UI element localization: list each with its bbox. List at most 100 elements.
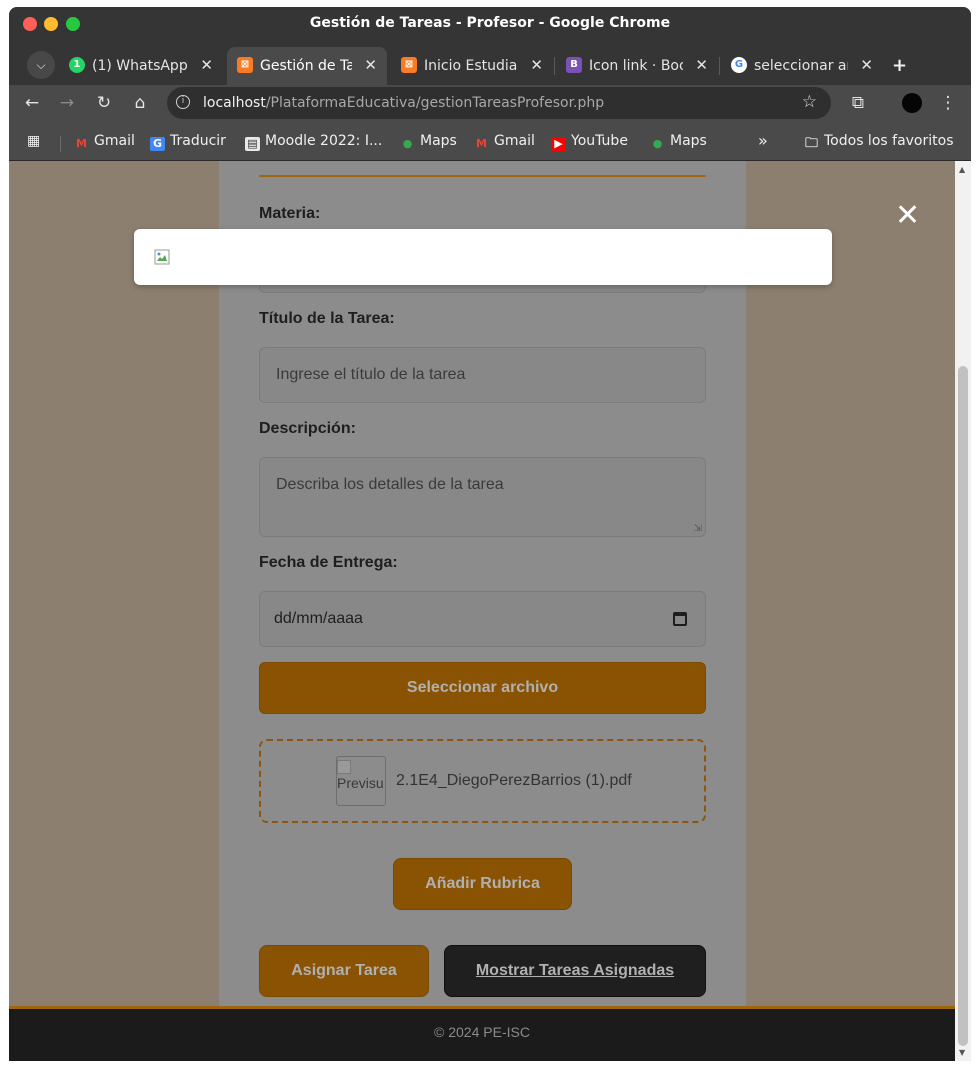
file-preview-area: Previsu 2.1E4_DiegoPerezBarrios (1).pdf (259, 739, 706, 823)
gmail-icon: M (476, 137, 487, 150)
close-icon[interactable]: ✕ (860, 56, 873, 74)
reload-icon[interactable]: ↻ (93, 93, 115, 113)
page-footer: © 2024 PE-ISC (9, 1009, 955, 1061)
url-host: localhost (203, 95, 266, 111)
tab-whatsapp[interactable]: 1 (1) WhatsApp ✕ (59, 47, 223, 85)
bookmark-label: YouTube (571, 133, 628, 149)
new-tab-button[interactable]: + (892, 55, 907, 76)
home-icon[interactable]: ⌂ (129, 93, 151, 113)
assign-task-button[interactable]: Asignar Tarea (259, 945, 429, 997)
bookmark-maps[interactable]: ● Maps (400, 133, 457, 151)
title-bar: Gestión de Tareas - Profesor - Google Ch… (9, 7, 971, 41)
fecha-label: Fecha de Entrega: (259, 554, 398, 571)
xampp-icon: ⊠ (401, 57, 417, 73)
close-icon[interactable]: ✕ (530, 56, 543, 74)
xampp-icon: ⊠ (237, 57, 253, 73)
descripcion-textarea[interactable]: Describa los detalles de la tarea ⇲ (259, 457, 706, 537)
menu-kebab-icon[interactable]: ⋮ (937, 93, 959, 113)
all-bookmarks-folder[interactable]: 🗀 Todos los favoritos (804, 133, 954, 151)
add-rubric-button[interactable]: Añadir Rubrica (393, 858, 572, 910)
close-icon[interactable]: ✕ (364, 56, 377, 74)
fecha-date-input[interactable]: dd/mm/aaaa (259, 591, 706, 647)
maps-icon: ● (402, 137, 413, 150)
profile-avatar[interactable] (902, 93, 922, 113)
maps-icon: ● (652, 137, 663, 150)
tab-gestion-tareas[interactable]: ⊠ Gestión de Ta ✕ (227, 47, 387, 85)
descripcion-label: Descripción: (259, 420, 356, 437)
tab-separator (554, 57, 555, 75)
translate-icon: G (150, 137, 165, 151)
bookmark-gmail-2[interactable]: M Gmail (474, 133, 535, 151)
modal-close-icon[interactable]: ✕ (895, 201, 920, 231)
tab-bootstrap-icons[interactable]: B Icon link · Boo ✕ (556, 47, 718, 85)
broken-image-icon (337, 760, 351, 774)
page-viewport: Materia: Título de la Tarea: Ingrese el … (9, 161, 955, 1061)
scroll-down-icon[interactable]: ▼ (959, 1048, 965, 1057)
youtube-icon: ▶ (551, 137, 566, 151)
bookmark-label: Todos los favoritos (824, 133, 954, 149)
forward-arrow-icon[interactable]: → (56, 93, 78, 113)
fecha-value: dd/mm/aaaa (274, 610, 363, 627)
bookmark-label: Gmail (494, 133, 535, 149)
back-arrow-icon[interactable]: ← (21, 93, 43, 113)
tab-label: Gestión de Ta (260, 58, 352, 74)
bookmark-separator (60, 136, 61, 152)
select-file-button[interactable]: Seleccionar archivo (259, 662, 706, 714)
image-modal (134, 229, 832, 285)
bookmark-label: Maps (670, 133, 707, 149)
address-bar[interactable]: i localhost/PlataformaEducativa/gestionT… (167, 87, 831, 119)
bookmark-traducir[interactable]: G Traducir (150, 133, 226, 151)
broken-image-icon (154, 249, 170, 265)
address-url[interactable]: localhost/PlataformaEducativa/gestionTar… (203, 95, 604, 111)
descripcion-placeholder: Describa los detalles de la tarea (276, 476, 504, 493)
scrollbar-thumb[interactable] (958, 366, 968, 1046)
browser-toolbar: ← → ↻ ⌂ i localhost/PlataformaEducativa/… (9, 85, 971, 123)
materia-label: Materia: (259, 205, 321, 222)
tab-separator (719, 57, 720, 75)
chevron-down-icon: ⌵ (36, 58, 46, 72)
bookmark-maps-2[interactable]: ● Maps (650, 133, 707, 151)
extensions-icon[interactable]: ⧉ (847, 93, 869, 113)
scroll-up-icon[interactable]: ▲ (959, 165, 965, 174)
folder-icon: 🗀 (804, 136, 818, 151)
bookmarks-overflow-button[interactable]: » (758, 131, 768, 150)
bookmark-label: Moodle 2022: I... (265, 133, 383, 149)
heading-underline (259, 175, 706, 177)
tab-search-button[interactable]: ⌵ (27, 51, 55, 79)
tab-label: Icon link · Boo (589, 58, 683, 74)
close-icon[interactable]: ✕ (695, 56, 708, 74)
gmail-icon: M (76, 137, 87, 150)
tab-google-search[interactable]: G seleccionar ar ✕ (721, 47, 883, 85)
bookmark-gmail[interactable]: M Gmail (74, 133, 135, 151)
browser-window: Gestión de Tareas - Profesor - Google Ch… (9, 7, 971, 1061)
show-assigned-tasks-button[interactable]: Mostrar Tareas Asignadas (444, 945, 706, 997)
bookmark-label: Traducir (170, 133, 226, 149)
file-name: 2.1E4_DiegoPerezBarrios (1).pdf (396, 772, 632, 789)
close-icon[interactable]: ✕ (200, 56, 213, 74)
bookmark-moodle[interactable]: ▤ Moodle 2022: I... (245, 133, 382, 151)
resize-handle-icon[interactable]: ⇲ (694, 523, 702, 534)
preview-alt-text: Previsu (337, 775, 384, 791)
moodle-icon: ▤ (245, 137, 260, 151)
titulo-placeholder: Ingrese el título de la tarea (276, 366, 466, 383)
bookmark-star-icon[interactable]: ☆ (802, 92, 817, 112)
titulo-label: Título de la Tarea: (259, 310, 395, 327)
whatsapp-icon: 1 (69, 57, 85, 73)
bookmarks-bar: ▦ M Gmail G Traducir ▤ Moodle 2022: I... ● M… (9, 123, 971, 161)
site-info-icon[interactable]: i (176, 95, 190, 109)
window-title: Gestión de Tareas - Profesor - Google Ch… (309, 15, 671, 31)
bootstrap-icon: B (566, 57, 582, 73)
bookmark-youtube[interactable]: ▶ YouTube (551, 133, 628, 151)
google-icon: G (731, 57, 747, 73)
apps-grid-icon[interactable]: ▦ (27, 133, 40, 149)
tab-inicio-estudiante[interactable]: ⊠ Inicio Estudia ✕ (391, 47, 553, 85)
tab-strip: ⌵ 1 (1) WhatsApp ✕ ⊠ Gestión de Ta ✕ ⊠ I… (9, 41, 971, 85)
url-path: /PlataformaEducativa/gestionTareasProfes… (265, 95, 605, 111)
titulo-input[interactable]: Ingrese el título de la tarea (259, 347, 706, 403)
footer-text: © 2024 PE-ISC (434, 1024, 530, 1040)
calendar-icon[interactable] (673, 612, 687, 626)
page-scrollbar[interactable]: ▲ ▼ (955, 161, 971, 1061)
tab-label: seleccionar ar (754, 58, 848, 74)
bookmark-label: Gmail (94, 133, 135, 149)
file-preview-thumbnail: Previsu (336, 756, 386, 806)
